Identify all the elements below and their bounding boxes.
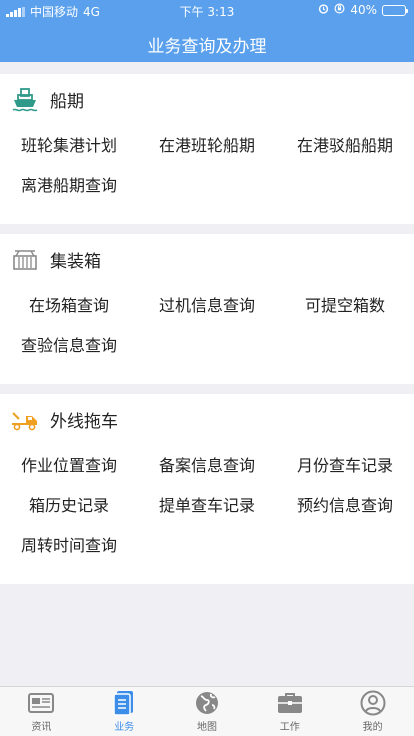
page-title: 业务查询及办理 <box>147 37 267 57</box>
section-title: 集装箱 <box>50 251 101 272</box>
tab-label: 我的 <box>362 722 383 733</box>
tab-business[interactable]: 业务 <box>83 687 166 736</box>
menu-item-booking-info[interactable]: 预约信息查询 <box>276 484 414 524</box>
alarm-icon <box>318 3 329 17</box>
battery-percent: 40% <box>350 3 377 17</box>
tab-label: 工作 <box>279 722 300 733</box>
battery-icon <box>382 4 408 16</box>
menu-item-departure-query[interactable]: 离港船期查询 <box>0 164 138 204</box>
rotation-lock-icon <box>334 3 345 17</box>
section-header: 外线拖车 <box>0 394 414 444</box>
news-icon <box>27 689 55 717</box>
menu-item-container-history[interactable]: 箱历史记录 <box>0 484 138 524</box>
tow-truck-icon <box>10 404 40 434</box>
section-header: 船期 <box>0 74 414 124</box>
ship-icon <box>10 84 40 114</box>
section-external-truck: 外线拖车 作业位置查询 备案信息查询 月份查车记录 箱历史记录 提单查车记录 预… <box>0 394 414 584</box>
section-title: 船期 <box>50 91 84 112</box>
section-container: 集装箱 在场箱查询 过机信息查询 可提空箱数 查验信息查询 <box>0 234 414 384</box>
section-title: 外线拖车 <box>50 411 118 432</box>
menu-item-inspection-info[interactable]: 查验信息查询 <box>0 324 138 364</box>
container-icon <box>10 244 40 274</box>
status-right: 40% <box>318 3 408 17</box>
business-icon <box>110 689 138 717</box>
section-ship-schedule: 船期 班轮集港计划 在港班轮船期 在港驳船船期 离港船期查询 <box>0 74 414 224</box>
menu-item-monthly-records[interactable]: 月份查车记录 <box>276 444 414 484</box>
menu-item-barge-schedule[interactable]: 在港驳船船期 <box>276 124 414 164</box>
globe-icon <box>193 689 221 717</box>
tab-map[interactable]: 地图 <box>166 687 249 736</box>
menu-item-gate-info[interactable]: 过机信息查询 <box>138 284 276 324</box>
tab-news[interactable]: 资讯 <box>0 687 83 736</box>
menu-item-record-info[interactable]: 备案信息查询 <box>138 444 276 484</box>
tab-label: 地图 <box>196 722 217 733</box>
menu-item-turnaround-time[interactable]: 周转时间查询 <box>0 524 138 564</box>
phone-screen: 中国移动 4G 下午 3:13 40% 业务查询及办理 船期 班轮集港计划 在港… <box>0 0 414 736</box>
menu-item-bill-records[interactable]: 提单查车记录 <box>138 484 276 524</box>
user-icon <box>359 689 387 717</box>
status-bar: 中国移动 4G 下午 3:13 40% <box>0 0 414 22</box>
tab-work[interactable]: 工作 <box>248 687 331 736</box>
section-items: 班轮集港计划 在港班轮船期 在港驳船船期 离港船期查询 <box>0 124 414 204</box>
tab-bar: 资讯 业务 地图 工作 我的 <box>0 686 414 736</box>
menu-item-liner-schedule[interactable]: 在港班轮船期 <box>138 124 276 164</box>
menu-item-yard-container[interactable]: 在场箱查询 <box>0 284 138 324</box>
menu-item-liner-plan[interactable]: 班轮集港计划 <box>0 124 138 164</box>
tab-profile[interactable]: 我的 <box>331 687 414 736</box>
menu-item-empty-count[interactable]: 可提空箱数 <box>276 284 414 324</box>
section-header: 集装箱 <box>0 234 414 284</box>
menu-item-work-position[interactable]: 作业位置查询 <box>0 444 138 484</box>
briefcase-icon <box>276 689 304 717</box>
app-header: 中国移动 4G 下午 3:13 40% 业务查询及办理 <box>0 0 414 62</box>
section-items: 作业位置查询 备案信息查询 月份查车记录 箱历史记录 提单查车记录 预约信息查询… <box>0 444 414 564</box>
tab-label: 业务 <box>114 722 135 733</box>
tab-label: 资讯 <box>31 722 52 733</box>
section-items: 在场箱查询 过机信息查询 可提空箱数 查验信息查询 <box>0 284 414 364</box>
